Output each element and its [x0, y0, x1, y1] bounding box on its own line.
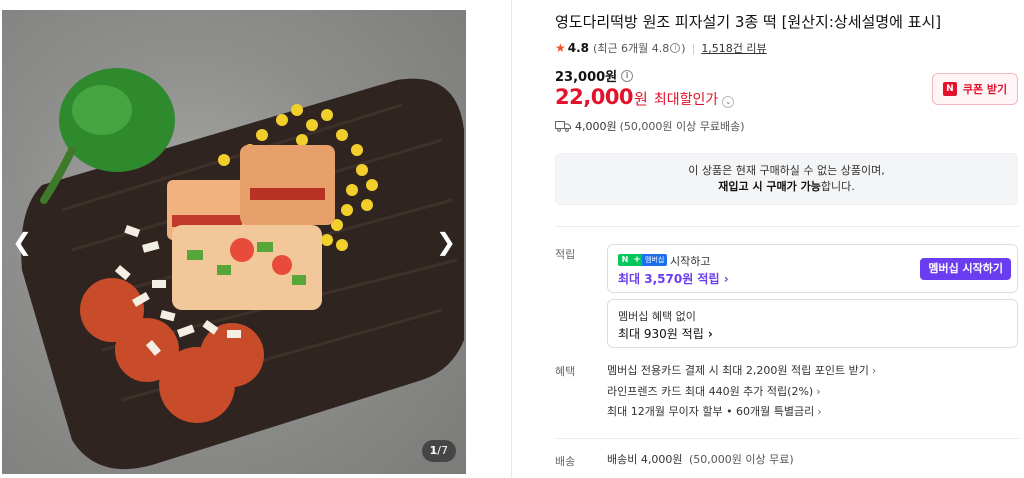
notice-bold-text: 재입고 시 구매가 가능 — [718, 180, 821, 193]
column-divider — [511, 0, 512, 478]
delivery-note: (50,000원 이상 무료) — [688, 453, 794, 466]
delivery-fee: 배송비 4,000원 — [607, 453, 683, 466]
rating-detail: (최근 6개월 4.8 — [593, 42, 670, 55]
benefit-text: 멤버십 전용카드 결제 시 최대 2,200원 적립 포인트 받기 — [607, 364, 869, 377]
chevron-right-icon: › — [871, 364, 877, 377]
no-membership-text: 멤버십 혜택 없이 — [618, 310, 696, 323]
benefits-list: 멤버십 전용카드 결제 시 최대 2,200원 적립 포인트 받기 › 라인프렌즈… — [607, 361, 876, 423]
product-info-panel: 영도다리떡방 원조 피자설기 3종 떡 [원산지:상세설명에 표시] ★ 4.8… — [555, 0, 1020, 478]
product-image-gallery[interactable]: ❮ ❯ 1/7 — [2, 10, 466, 474]
benefits-label: 혜택 — [555, 365, 576, 378]
product-photo — [21, 68, 465, 470]
chevron-down-icon[interactable]: ⌄ — [722, 96, 735, 108]
benefit-item[interactable]: 라인프렌즈 카드 최대 440원 추가 적립(2%) › — [607, 382, 876, 403]
coupon-button-label: 쿠폰 받기 — [962, 83, 1008, 96]
rating-detail-close: ) — [681, 41, 686, 55]
notice-line-1: 이 상품은 현재 구매하실 수 없는 상품이며, — [688, 164, 885, 177]
benefit-text: 최대 12개월 무이자 할부 • 60개월 특별금리 — [607, 405, 815, 418]
no-membership-points-card: 멤버십 혜택 없이 최대 930원 적립 › — [607, 299, 1018, 348]
shipping-fee: 4,000원 — [575, 120, 617, 133]
naver-membership-badge: N + 멤버십 — [618, 254, 668, 266]
review-count-link[interactable]: 1,518건 리뷰 — [701, 40, 766, 56]
naver-n-icon: N — [618, 254, 632, 266]
max-discount-label: 최대할인가 — [653, 92, 719, 108]
membership-max-points-link[interactable]: 최대 3,570원 적립 › — [618, 270, 729, 287]
original-price: 23,000원 i — [555, 66, 634, 85]
original-price-value: 23,000원 — [555, 70, 618, 85]
sale-price-unit: 원 — [634, 90, 648, 108]
chevron-right-icon: › — [723, 272, 729, 286]
shipping-row: 4,000원 (50,000원 이상 무료배송) — [555, 118, 745, 134]
sale-price-row[interactable]: 22,000 원 최대할인가 ⌄ — [555, 85, 735, 109]
section-divider — [555, 438, 1020, 439]
price-info-icon[interactable]: i — [621, 69, 634, 82]
shipping-note: (50,000원 이상 무료배송) — [619, 120, 745, 133]
truck-icon — [555, 121, 571, 132]
chevron-right-icon: › — [816, 384, 821, 398]
chevron-right-icon: › — [707, 327, 713, 341]
membership-start-text: 시작하고 — [670, 255, 711, 268]
plus-icon: + — [632, 254, 642, 266]
product-title: 영도다리떡방 원조 피자설기 3종 떡 [원산지:상세설명에 표시] — [555, 13, 942, 31]
points-label: 적립 — [555, 248, 576, 261]
no-membership-points-link[interactable]: 최대 930원 적립 › — [618, 325, 713, 342]
chevron-right-icon: › — [817, 405, 822, 418]
gallery-prev-button[interactable]: ❮ — [8, 228, 36, 256]
benefit-item[interactable]: 최대 12개월 무이자 할부 • 60개월 특별금리 › — [607, 402, 876, 423]
naver-coupon-icon: N — [942, 82, 957, 96]
section-divider — [555, 226, 1020, 227]
delivery-label: 배송 — [555, 455, 576, 468]
benefit-item[interactable]: 멤버십 전용카드 결제 시 최대 2,200원 적립 포인트 받기 › — [607, 361, 876, 382]
rating-row: ★ 4.8 (최근 6개월 4.8 i ) | 1,518건 리뷰 — [555, 40, 767, 56]
sale-price: 22,000 — [555, 85, 634, 109]
chevron-left-icon: ❮ — [11, 228, 33, 256]
membership-max-points: 최대 3,570원 적립 — [618, 272, 720, 286]
membership-badge-label: 멤버십 — [642, 254, 668, 266]
benefit-text: 라인프렌즈 카드 최대 440원 추가 적립(2%) — [607, 384, 814, 398]
no-membership-max-points: 최대 930원 적립 — [618, 327, 704, 341]
image-counter: 1/7 — [421, 440, 456, 462]
notice-rest-text: 합니다. — [820, 180, 855, 193]
delivery-info: 배송비 4,000원 (50,000원 이상 무료) — [607, 451, 794, 467]
star-icon: ★ — [555, 41, 566, 55]
gallery-next-button[interactable]: ❯ — [432, 228, 460, 256]
separator: | — [691, 41, 696, 55]
rating-value: 4.8 — [567, 41, 590, 55]
start-membership-button[interactable]: 멤버십 시작하기 — [920, 258, 1011, 280]
coupon-button[interactable]: N 쿠폰 받기 — [932, 73, 1018, 105]
notice-line-2: 재입고 시 구매가 가능합니다. — [556, 179, 1017, 195]
chevron-right-icon: ❯ — [435, 228, 457, 256]
info-icon[interactable]: i — [670, 43, 681, 53]
out-of-stock-notice: 이 상품은 현재 구매하실 수 없는 상품이며, 재입고 시 구매가 가능합니다… — [555, 153, 1018, 205]
image-counter-total: /7 — [437, 444, 448, 457]
membership-points-card: N + 멤버십 시작하고 최대 3,570원 적립 › 멤버십 시작하기 — [607, 244, 1018, 293]
